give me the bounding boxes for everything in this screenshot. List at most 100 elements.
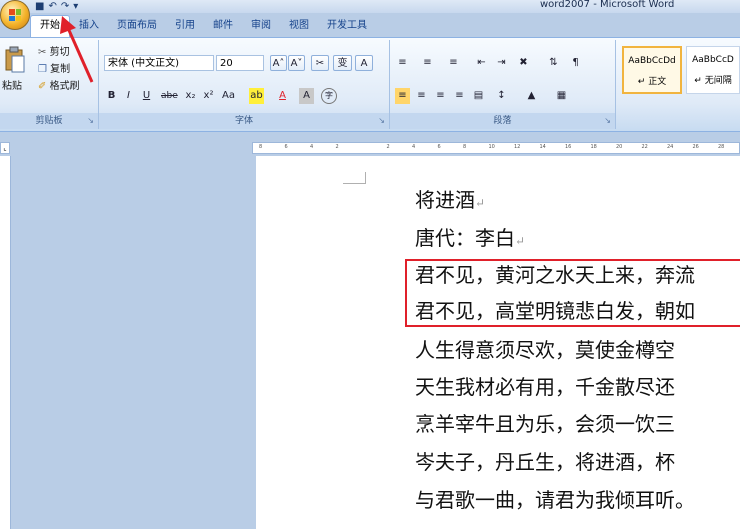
align-center-icon[interactable]: ≡	[414, 88, 429, 104]
phonetic-guide-button[interactable]: 变	[333, 55, 352, 71]
ruler-tick: 2	[335, 144, 339, 150]
ruler-tick: 14	[539, 144, 546, 150]
shading-icon[interactable]: ▲	[524, 88, 539, 104]
window-title: word2007 - Microsoft Word	[540, 0, 675, 10]
align-right-icon[interactable]: ≡	[433, 88, 448, 104]
tab-home[interactable]: 开始	[30, 15, 70, 37]
paragraph-group-label: 段落 ↘	[390, 113, 615, 129]
doc-line-8[interactable]: 岑夫子，丹丘生，将进酒，杯	[415, 449, 675, 477]
format-painter-button[interactable]: ✐ 格式刷	[38, 80, 80, 94]
align-left-icon[interactable]: ≡	[395, 88, 410, 104]
undo-icon[interactable]: ↶	[48, 1, 56, 12]
redo-icon[interactable]: ↷	[61, 1, 69, 12]
enclose-characters-button[interactable]: 字	[321, 88, 337, 104]
italic-button[interactable]: I	[121, 88, 136, 104]
bold-button[interactable]: B	[104, 88, 119, 104]
character-border-button[interactable]: A	[355, 55, 373, 71]
character-shading-button[interactable]: A	[299, 88, 314, 104]
highlight-button[interactable]: ab	[249, 88, 264, 104]
shrink-font-button[interactable]: A˅	[288, 55, 305, 71]
customize-qat-icon[interactable]: ▾	[73, 1, 78, 12]
numbering-icon[interactable]: ≡	[420, 55, 435, 71]
paragraph-mark: ↵	[515, 234, 526, 248]
style-no-spacing-label: ↵ 无间隔	[694, 76, 732, 86]
dialog-launcher-icon[interactable]: ↘	[378, 113, 385, 129]
doc-line-5[interactable]: 人生得意须尽欢，莫使金樽空	[415, 337, 675, 365]
scissors-icon: ✂	[38, 47, 47, 58]
grow-font-button[interactable]: A˄	[270, 55, 287, 71]
increase-indent-icon[interactable]: ⇥	[494, 55, 509, 71]
copy-label: 复制	[50, 64, 71, 75]
ruler-tick: 22	[641, 144, 648, 150]
ruler-tick: 12	[514, 144, 521, 150]
show-marks-icon[interactable]: ¶	[568, 55, 583, 71]
tab-review[interactable]: 审阅	[242, 15, 280, 37]
doc-line-9[interactable]: 与君歌一曲，请君为我倾耳听。	[415, 487, 695, 515]
dialog-launcher-icon[interactable]: ↘	[604, 113, 611, 129]
office-button[interactable]	[0, 0, 30, 30]
paste-icon[interactable]	[4, 46, 28, 76]
quick-access-toolbar: ■ ↶ ↷ ▾	[35, 0, 78, 13]
format-painter-label: 格式刷	[49, 81, 80, 92]
distributed-icon[interactable]: ▤	[471, 88, 486, 104]
brush-icon: ✐	[38, 81, 47, 92]
paste-button[interactable]: 粘贴	[2, 80, 22, 94]
underline-button[interactable]: U	[139, 88, 154, 104]
change-case-button[interactable]: Aa	[221, 88, 236, 104]
office-logo-icon	[9, 9, 21, 21]
horizontal-ruler[interactable]: 8 6 4 2 2 4 6 8 10 12 14 16 18 20 22 24 26 28	[252, 142, 740, 154]
tab-developer[interactable]: 开发工具	[318, 15, 376, 37]
tab-references[interactable]: 引用	[166, 15, 204, 37]
paragraph-group: ≡ ≡ ≡ ⇤ ⇥ ✖ ⇅ ¶ ≡ ≡ ≡ ≡ ▤ ↕ ▲ ▦ 段落 ↘	[390, 40, 616, 129]
justify-icon[interactable]: ≡	[452, 88, 467, 104]
font-color-button[interactable]: A	[275, 88, 290, 104]
line-spacing-icon[interactable]: ↕	[494, 88, 509, 104]
ruler-tick: 8	[463, 144, 467, 150]
doc-line-title[interactable]: 将进酒↵	[415, 187, 485, 215]
borders-icon[interactable]: ▦	[554, 88, 569, 104]
copy-icon: ❐	[38, 64, 47, 75]
sort-icon[interactable]: ⇅	[546, 55, 561, 71]
ruler-tick: 26	[692, 144, 699, 150]
ruler-tick: 6	[437, 144, 441, 150]
ruler-tick: 24	[667, 144, 674, 150]
style-no-spacing[interactable]: AaBbCcD ↵ 无间隔	[686, 46, 740, 94]
bullets-icon[interactable]: ≡	[395, 55, 410, 71]
superscript-button[interactable]: x²	[201, 88, 216, 104]
dialog-launcher-icon[interactable]: ↘	[87, 113, 94, 129]
tab-page-layout[interactable]: 页面布局	[108, 15, 166, 37]
tab-mailings[interactable]: 邮件	[204, 15, 242, 37]
multilevel-list-icon[interactable]: ≡	[446, 55, 461, 71]
ruler-tick: 6	[284, 144, 288, 150]
ruler-tick: 2	[386, 144, 390, 150]
doc-line-6[interactable]: 天生我材必有用，千金散尽还	[415, 374, 675, 402]
ruler-tick: 8	[259, 144, 263, 150]
annotation-highlight-box	[405, 259, 740, 327]
tab-insert[interactable]: 插入	[70, 15, 108, 37]
doc-line-author[interactable]: 唐代：李白↵	[415, 225, 525, 253]
style-no-spacing-sample: AaBbCcD	[692, 55, 734, 65]
font-size-select[interactable]: 20	[216, 55, 264, 71]
copy-button[interactable]: ❐ 复制	[38, 63, 70, 77]
paragraph-mark: ↵	[475, 196, 486, 210]
clipboard-group: 粘贴 ✂ 剪切 ❐ 复制 ✐ 格式刷 剪贴板 ↘	[0, 40, 99, 129]
cut-button[interactable]: ✂ 剪切	[38, 46, 70, 60]
ribbon: 粘贴 ✂ 剪切 ❐ 复制 ✐ 格式刷 剪贴板 ↘ 宋体 (中文正文) 20 A˄ …	[0, 37, 740, 132]
doc-line-7[interactable]: 烹羊宰牛且为乐，会须一饮三	[415, 411, 675, 439]
font-name-select[interactable]: 宋体 (中文正文)	[104, 55, 214, 71]
ruler-tick: 20	[616, 144, 623, 150]
vertical-ruler[interactable]	[0, 156, 11, 529]
margin-corner-mark	[343, 172, 366, 184]
ruler-tick: 4	[310, 144, 314, 150]
clear-format-button[interactable]: ✂	[311, 55, 329, 71]
chinese-layout-icon[interactable]: ✖	[516, 55, 531, 71]
strikethrough-button[interactable]: abe	[161, 88, 178, 104]
font-group: 宋体 (中文正文) 20 A˄ A˅ ✂ 变 A B I U abe x₂ x²…	[99, 40, 390, 129]
save-icon[interactable]: ■	[35, 1, 44, 12]
tab-view[interactable]: 视图	[280, 15, 318, 37]
subscript-button[interactable]: x₂	[183, 88, 198, 104]
tab-selector[interactable]: ⌞	[0, 142, 10, 154]
decrease-indent-icon[interactable]: ⇤	[474, 55, 489, 71]
ruler-tick: 18	[590, 144, 597, 150]
style-normal[interactable]: AaBbCcDd ↵ 正文	[622, 46, 682, 94]
